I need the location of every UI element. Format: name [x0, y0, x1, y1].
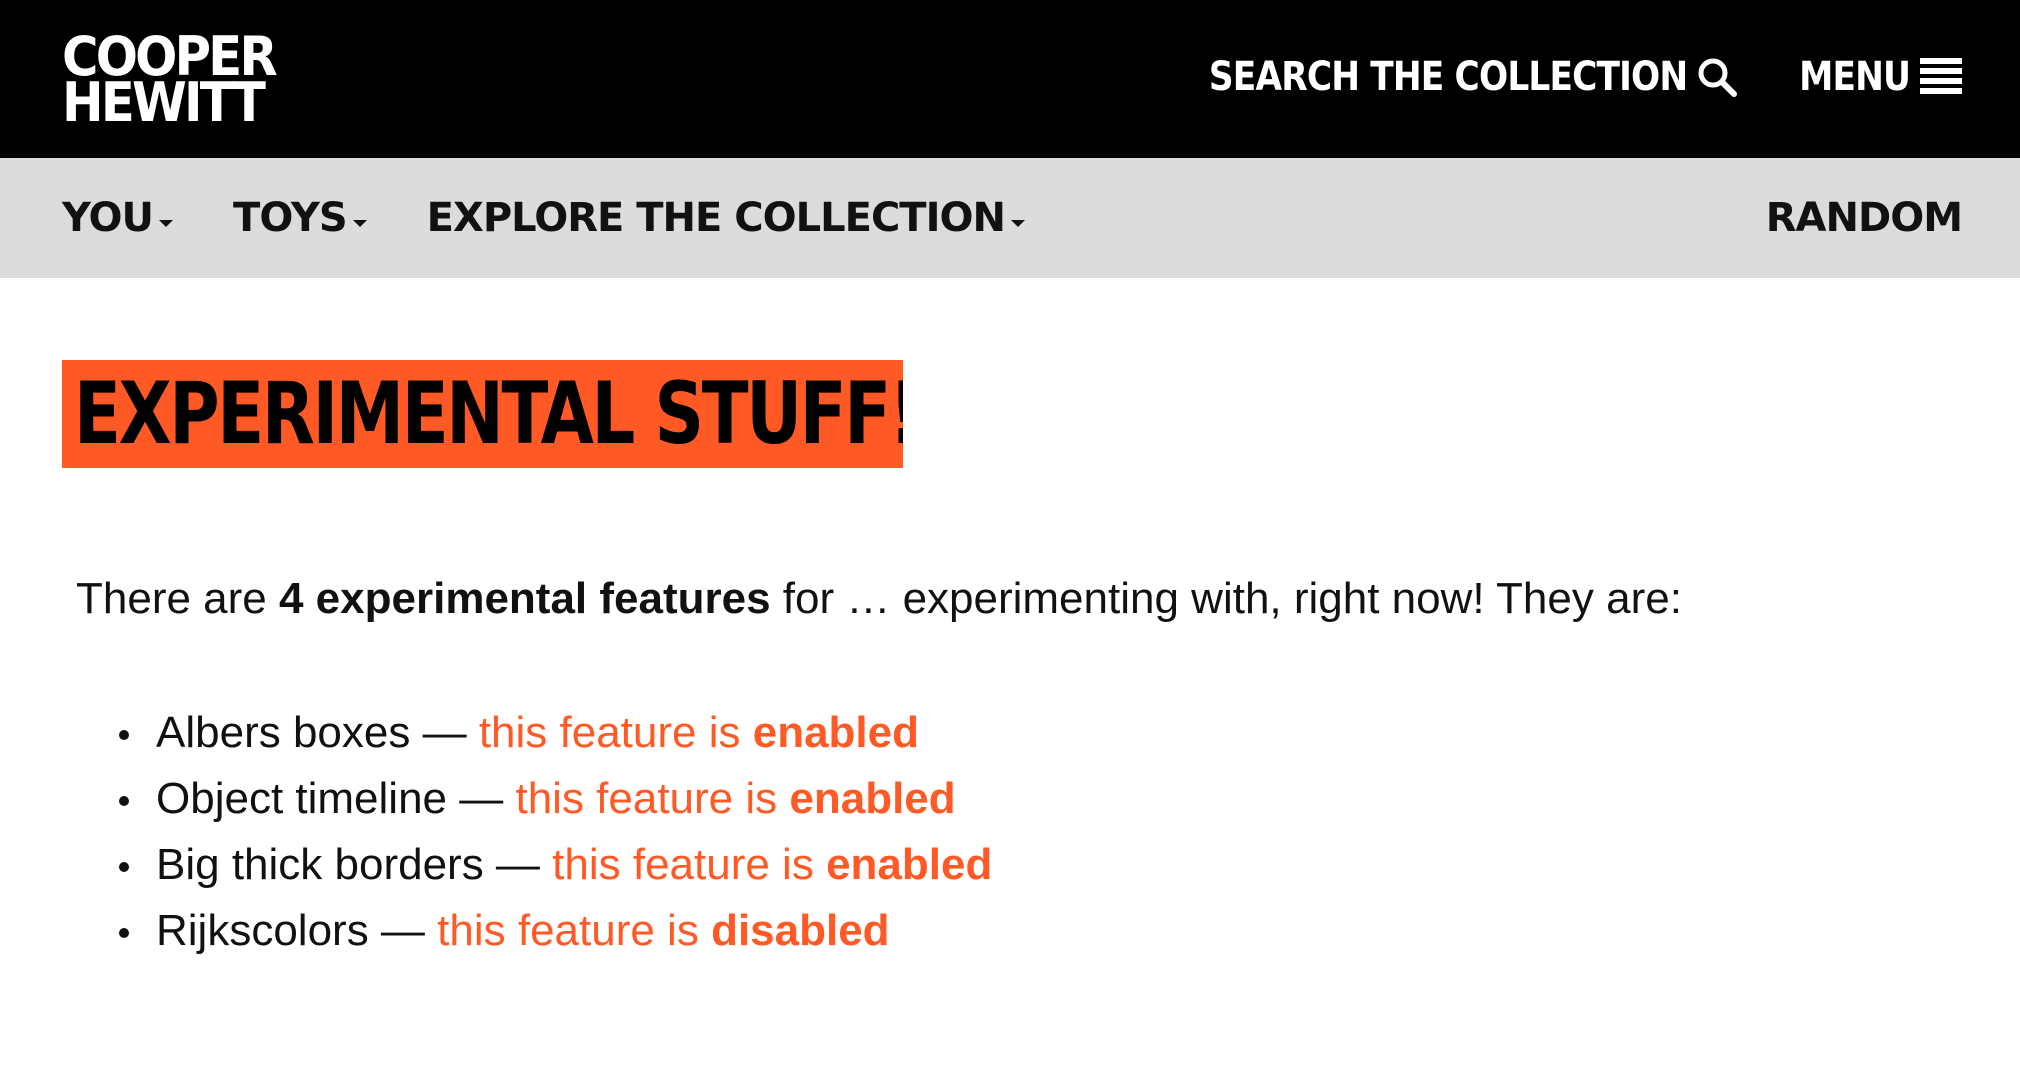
- feature-dash: —: [483, 840, 553, 889]
- nav-explore-collection-dropdown[interactable]: EXPLORE THE COLLECTION: [427, 195, 1025, 241]
- feature-dash: —: [410, 708, 479, 757]
- feature-dash: —: [447, 774, 516, 823]
- intro-text: There are 4 experimental features for … …: [76, 574, 1682, 624]
- cooper-hewitt-logo[interactable]: COOPER HEWITT: [62, 30, 278, 134]
- feature-status-prefix: this feature is: [515, 774, 790, 823]
- list-item: Rijkscolors — this feature is disabled: [76, 898, 992, 964]
- bullet-icon: [119, 730, 129, 740]
- feature-status-value: enabled: [752, 708, 919, 757]
- caret-down-icon: [1010, 219, 1025, 227]
- secondary-nav: YOU TOYS EXPLORE THE COLLECTION RANDOM: [0, 158, 2020, 278]
- nav-toys-label: TOYS: [233, 195, 348, 241]
- feature-status-value: enabled: [789, 774, 956, 823]
- search-collection-label: SEARCH THE COLLECTION: [1208, 54, 1687, 100]
- feature-name: Albers boxes: [156, 708, 411, 757]
- bullet-icon: [119, 928, 129, 938]
- feature-toggle-link[interactable]: this feature is enabled: [479, 708, 919, 758]
- caret-down-icon: [159, 219, 174, 227]
- page-title: EXPERIMENTAL STUFF!: [74, 364, 903, 464]
- feature-name: Object timeline: [156, 774, 448, 823]
- nav-you-dropdown[interactable]: YOU: [62, 195, 174, 241]
- feature-status-value: disabled: [711, 906, 890, 955]
- menu-button[interactable]: MENU: [1781, 54, 1962, 100]
- intro-text-end: for … experimenting with, right now! The…: [770, 574, 1682, 623]
- list-item: Big thick borders — this feature is enab…: [76, 832, 992, 898]
- logo-line-2: HEWITT: [62, 71, 266, 134]
- feature-status-prefix: this feature is: [437, 906, 712, 955]
- intro-text-start: There are: [76, 574, 279, 623]
- intro-feature-count: 4 experimental features: [278, 574, 771, 623]
- feature-status-prefix: this feature is: [478, 708, 753, 757]
- hamburger-icon: [1920, 58, 1962, 96]
- feature-status-prefix: this feature is: [552, 840, 827, 889]
- feature-toggle-link[interactable]: this feature is disabled: [437, 906, 889, 956]
- feature-toggle-link[interactable]: this feature is enabled: [515, 774, 955, 824]
- site-header: COOPER HEWITT SEARCH THE COLLECTION MENU: [0, 0, 2020, 158]
- feature-name: Rijkscolors: [156, 906, 369, 955]
- nav-toys-dropdown[interactable]: TOYS: [233, 195, 367, 241]
- nav-explore-collection-label: EXPLORE THE COLLECTION: [426, 195, 1006, 241]
- feature-list: Albers boxes — this feature is enabled O…: [76, 700, 992, 964]
- bullet-icon: [119, 796, 129, 806]
- page-title-highlight: EXPERIMENTAL STUFF!: [62, 360, 903, 468]
- menu-label: MENU: [1798, 54, 1911, 100]
- feature-dash: —: [368, 906, 438, 955]
- caret-down-icon: [352, 219, 367, 227]
- header-actions: SEARCH THE COLLECTION MENU: [1171, 52, 1962, 102]
- nav-dropdowns: YOU TOYS EXPLORE THE COLLECTION: [62, 158, 1025, 278]
- feature-toggle-link[interactable]: this feature is enabled: [552, 840, 992, 890]
- list-item: Albers boxes — this feature is enabled: [76, 700, 992, 766]
- list-item: Object timeline — this feature is enable…: [76, 766, 992, 832]
- random-link[interactable]: RANDOM: [1766, 158, 1963, 278]
- bullet-icon: [119, 862, 129, 872]
- search-collection-button[interactable]: SEARCH THE COLLECTION: [1171, 54, 1737, 100]
- nav-you-label: YOU: [62, 195, 154, 241]
- feature-status-value: enabled: [826, 840, 993, 889]
- search-icon: [1697, 57, 1737, 97]
- feature-name: Big thick borders: [156, 840, 484, 889]
